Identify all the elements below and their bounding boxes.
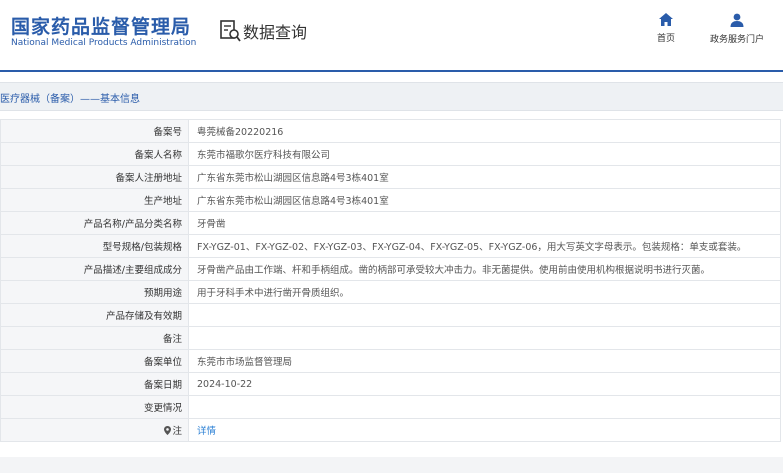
table-row: 备注 [0, 326, 781, 350]
brand-name-en[interactable]: National Medical Products Administration [11, 38, 196, 48]
row-label: 备注 [0, 326, 189, 350]
row-label: 备案单位 [0, 349, 189, 373]
table-row-note: 注 详情 [0, 418, 781, 442]
row-label: 型号规格/包装规格 [0, 234, 189, 258]
map-pin-icon [164, 426, 172, 435]
table-row: 型号规格/包装规格 FX-YGZ-01、FX-YGZ-02、FX-YGZ-03、… [0, 234, 781, 258]
row-value: 牙骨凿产品由工作端、杆和手柄组成。凿的柄部可承受较大冲击力。非无菌提供。使用前由… [188, 257, 781, 281]
table-row: 变更情况 [0, 395, 781, 419]
table-row: 预期用途 用于牙科手术中进行凿开骨质组织。 [0, 280, 781, 304]
page-title: 数据查询 [243, 23, 308, 42]
table-row: 备案人名称 东莞市福歌尔医疗科技有限公司 [0, 142, 781, 166]
row-label: 备案人注册地址 [0, 165, 189, 189]
row-value [188, 395, 781, 419]
table-row: 产品名称/产品分类名称 牙骨凿 [0, 211, 781, 235]
row-value [188, 326, 781, 350]
site-header: 国家药品监督管理局 National Medical Products Admi… [0, 0, 783, 70]
row-value [188, 303, 781, 327]
user-icon [730, 13, 744, 27]
row-value: FX-YGZ-01、FX-YGZ-02、FX-YGZ-03、FX-YGZ-04、… [188, 234, 781, 258]
row-value: 牙骨凿 [188, 211, 781, 235]
row-label: 备案人名称 [0, 142, 189, 166]
row-value: 广东省东莞市松山湖园区信息路4号3栋401室 [188, 188, 781, 212]
note-label: 注 [172, 426, 182, 437]
row-value: 用于牙科手术中进行凿开骨质组织。 [188, 280, 781, 304]
nav-home[interactable]: 首页 [651, 13, 681, 44]
table-row: 生产地址 广东省东莞市松山湖园区信息路4号3栋401室 [0, 188, 781, 212]
note-label-cell: 注 [0, 418, 189, 442]
table-row: 备案人注册地址 广东省东莞市松山湖园区信息路4号3栋401室 [0, 165, 781, 189]
table-row: 备案日期 2024-10-22 [0, 372, 781, 396]
table-row: 备案单位 东莞市市场监督管理局 [0, 349, 781, 373]
row-label: 备案日期 [0, 372, 189, 396]
footer-band [0, 457, 783, 473]
table-row: 产品存储及有效期 [0, 303, 781, 327]
nav-service-portal-label: 政务服务门户 [709, 35, 764, 45]
nav-service-portal[interactable]: 政务服务门户 [702, 13, 772, 45]
row-label: 产品名称/产品分类名称 [0, 211, 189, 235]
row-value: 东莞市市场监督管理局 [188, 349, 781, 373]
section-header: 医疗器械（备案）——基本信息 [0, 82, 783, 111]
row-label: 备案号 [0, 119, 189, 143]
detail-link[interactable]: 详情 [197, 426, 216, 437]
note-value-cell: 详情 [188, 418, 781, 442]
table-row: 备案号 粤莞械备20220216 [0, 119, 781, 143]
row-label: 产品存储及有效期 [0, 303, 189, 327]
row-value: 东莞市福歌尔医疗科技有限公司 [188, 142, 781, 166]
table-row: 产品描述/主要组成成分 牙骨凿产品由工作端、杆和手柄组成。凿的柄部可承受较大冲击… [0, 257, 781, 281]
header-divider [0, 70, 783, 72]
data-query-icon [220, 20, 241, 42]
row-value: 2024-10-22 [188, 372, 781, 396]
row-label: 产品描述/主要组成成分 [0, 257, 189, 281]
row-value: 广东省东莞市松山湖园区信息路4号3栋401室 [188, 165, 781, 189]
nav-home-label: 首页 [656, 34, 675, 44]
detail-table: 备案号 粤莞械备20220216 备案人名称 东莞市福歌尔医疗科技有限公司 备案… [0, 119, 781, 442]
row-label: 生产地址 [0, 188, 189, 212]
row-value: 粤莞械备20220216 [188, 119, 781, 143]
row-label: 预期用途 [0, 280, 189, 304]
brand-name-cn[interactable]: 国家药品监督管理局 [11, 12, 191, 39]
row-label: 变更情况 [0, 395, 189, 419]
section-title: 医疗器械（备案）——基本信息 [0, 94, 140, 105]
home-icon [659, 13, 673, 26]
